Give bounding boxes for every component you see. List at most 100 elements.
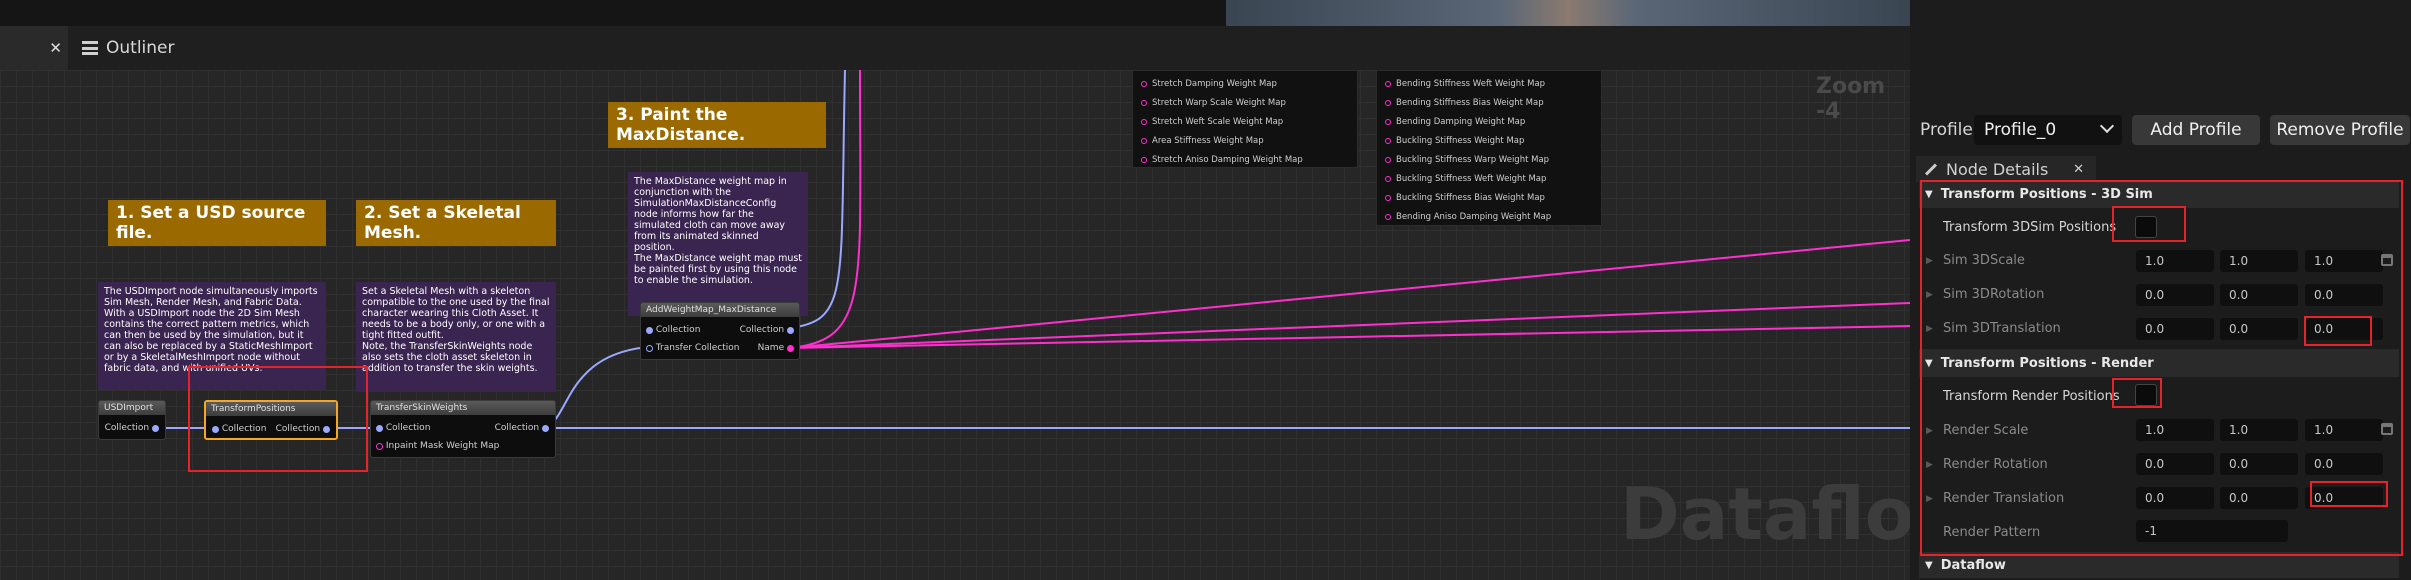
list-item[interactable]: Buckling Stiffness Weft Weight Map xyxy=(1385,174,1546,184)
pin-icon[interactable] xyxy=(1141,138,1147,144)
comment-body-3[interactable]: The MaxDistance weight map in conjunctio… xyxy=(628,172,808,316)
chevron-right-icon[interactable]: ▶ xyxy=(1926,324,1933,334)
list-item[interactable]: Bending Stiffness Bias Weight Map xyxy=(1385,98,1544,108)
tab-outliner[interactable]: Outliner xyxy=(82,26,175,70)
pin-icon[interactable] xyxy=(1141,81,1147,87)
section-dataflow[interactable]: ▼ Dataflow xyxy=(1919,552,2399,578)
pin-icon[interactable] xyxy=(1385,214,1391,220)
chevron-right-icon[interactable]: ▶ xyxy=(1926,256,1933,266)
sim-scale-z[interactable]: 1.0 xyxy=(2305,250,2383,272)
comment-title-2[interactable]: 2. Set a Skeletal Mesh. xyxy=(356,200,556,246)
section-sim[interactable]: ▼ Transform Positions - 3D Sim xyxy=(1919,180,2399,208)
pin-icon[interactable] xyxy=(152,424,159,432)
pin-input[interactable]: Collection xyxy=(212,424,266,434)
pin-output[interactable]: Collection xyxy=(105,423,159,433)
list-item[interactable]: Stretch Weft Scale Weight Map xyxy=(1141,117,1283,127)
pin-input-transfer[interactable]: Transfer Collection xyxy=(646,343,739,353)
render-toggle-checkbox[interactable] xyxy=(2135,384,2157,406)
pin-icon[interactable] xyxy=(1385,176,1391,182)
chevron-down-icon: ▼ xyxy=(1925,188,1933,200)
render-rotation-x[interactable]: 0.0 xyxy=(2136,453,2214,475)
close-icon[interactable]: ✕ xyxy=(49,39,62,57)
sim-scale-x[interactable]: 1.0 xyxy=(2136,250,2214,272)
comment-body-1[interactable]: The USDImport node simultaneously import… xyxy=(98,282,326,390)
sim-scale-y[interactable]: 1.0 xyxy=(2220,250,2298,272)
node-transformpositions[interactable]: TransformPositions Collection Collection xyxy=(204,400,338,440)
pin-icon[interactable] xyxy=(646,344,653,352)
list-item[interactable]: Buckling Stiffness Warp Weight Map xyxy=(1385,155,1549,165)
pin-output[interactable]: Collection xyxy=(740,325,794,335)
sim-translation-x[interactable]: 0.0 xyxy=(2136,318,2214,340)
pin-icon[interactable] xyxy=(1385,81,1391,87)
list-item[interactable]: Bending Damping Weight Map xyxy=(1385,117,1525,127)
chevron-right-icon[interactable]: ▶ xyxy=(1926,460,1933,470)
sim-toggle-checkbox[interactable] xyxy=(2135,216,2157,238)
pin-icon[interactable] xyxy=(1385,157,1391,163)
pin-input[interactable]: Collection xyxy=(376,423,430,433)
render-rotation-y[interactable]: 0.0 xyxy=(2220,453,2298,475)
pin-icon[interactable] xyxy=(787,344,794,352)
sim-translation-y[interactable]: 0.0 xyxy=(2220,318,2298,340)
node-addweightmap[interactable]: AddWeightMap_MaxDistance Collection Coll… xyxy=(640,302,800,360)
list-item[interactable]: Buckling Stiffness Weight Map xyxy=(1385,136,1524,146)
add-profile-button[interactable]: Add Profile xyxy=(2132,115,2260,145)
node-usdimport[interactable]: USDImport Collection xyxy=(98,400,166,440)
pin-icon[interactable] xyxy=(1385,138,1391,144)
list-item[interactable]: Area Stiffness Weight Map xyxy=(1141,136,1264,146)
list-item[interactable]: Bending Stiffness Weft Weight Map xyxy=(1385,79,1545,89)
pin-icon[interactable] xyxy=(1141,100,1147,106)
list-item[interactable]: Stretch Damping Weight Map xyxy=(1141,79,1277,89)
list-item[interactable]: Stretch Warp Scale Weight Map xyxy=(1141,98,1286,108)
pin-icon[interactable] xyxy=(1385,100,1391,106)
pin-output[interactable]: Collection xyxy=(276,424,330,434)
tab-node-details[interactable]: Node Details ✕ xyxy=(1916,156,2096,182)
pin-input-weightmap[interactable]: Inpaint Mask Weight Map xyxy=(376,441,499,451)
section-render[interactable]: ▼ Transform Positions - Render xyxy=(1919,349,2399,377)
sim-rotation-x[interactable]: 0.0 xyxy=(2136,284,2214,306)
render-pattern-field[interactable]: -1 xyxy=(2136,520,2288,542)
pin-icon[interactable] xyxy=(542,424,549,432)
tab-previous[interactable]: ✕ xyxy=(0,26,68,70)
sim-rotation-y[interactable]: 0.0 xyxy=(2220,284,2298,306)
list-item[interactable]: Buckling Stiffness Bias Weight Map xyxy=(1385,193,1545,203)
pin-output[interactable]: Collection xyxy=(495,423,549,433)
pin-icon[interactable] xyxy=(1141,119,1147,125)
pin-icon[interactable] xyxy=(646,326,653,334)
pin-input[interactable]: Collection xyxy=(646,325,700,335)
pin-icon[interactable] xyxy=(787,326,794,334)
list-item[interactable]: Bending Aniso Damping Weight Map xyxy=(1385,212,1551,222)
lock-icon[interactable] xyxy=(2381,254,2393,266)
viewport-preview[interactable] xyxy=(1226,0,1910,26)
comment-title-3[interactable]: 3. Paint the MaxDistance. xyxy=(608,102,826,148)
render-rotation-z[interactable]: 0.0 xyxy=(2305,453,2383,475)
pin-icon[interactable] xyxy=(376,424,383,432)
chevron-right-icon[interactable]: ▶ xyxy=(1926,494,1933,504)
pin-icon[interactable] xyxy=(1141,157,1147,163)
render-scale-y[interactable]: 1.0 xyxy=(2220,419,2298,441)
pin-icon[interactable] xyxy=(323,425,330,433)
pin-icon[interactable] xyxy=(212,425,219,433)
pin-output-name[interactable]: Name xyxy=(758,343,794,353)
profile-dropdown[interactable]: Profile_0 xyxy=(1974,115,2122,145)
chevron-right-icon[interactable]: ▶ xyxy=(1926,426,1933,436)
sim-rotation-z[interactable]: 0.0 xyxy=(2305,284,2383,306)
remove-profile-button[interactable]: Remove Profile xyxy=(2270,115,2410,145)
comment-title-1[interactable]: 1. Set a USD source file. xyxy=(108,200,326,246)
list-item[interactable]: Stretch Aniso Damping Weight Map xyxy=(1141,155,1303,165)
render-translation-y[interactable]: 0.0 xyxy=(2220,487,2298,509)
close-icon[interactable]: ✕ xyxy=(2073,162,2084,177)
chevron-right-icon[interactable]: ▶ xyxy=(1926,290,1933,300)
render-translation-x[interactable]: 0.0 xyxy=(2136,487,2214,509)
render-translation-z[interactable]: 0.0 xyxy=(2305,487,2383,509)
node-transferskinweights[interactable]: TransferSkinWeights Collection Collectio… xyxy=(370,400,556,458)
render-scale-x[interactable]: 1.0 xyxy=(2136,419,2214,441)
dataflow-graph-canvas[interactable]: Stretch Damping Weight Map Stretch Warp … xyxy=(0,70,1910,580)
lock-icon[interactable] xyxy=(2381,423,2393,435)
comment-body-2[interactable]: Set a Skeletal Mesh with a skeleton comp… xyxy=(356,282,556,392)
sim-translation-z[interactable]: 0.0 xyxy=(2305,318,2383,340)
sim-translation-label: Sim 3DTranslation xyxy=(1943,321,2061,336)
pin-icon[interactable] xyxy=(376,442,383,450)
pin-icon[interactable] xyxy=(1385,195,1391,201)
render-scale-z[interactable]: 1.0 xyxy=(2305,419,2383,441)
pin-icon[interactable] xyxy=(1385,119,1391,125)
